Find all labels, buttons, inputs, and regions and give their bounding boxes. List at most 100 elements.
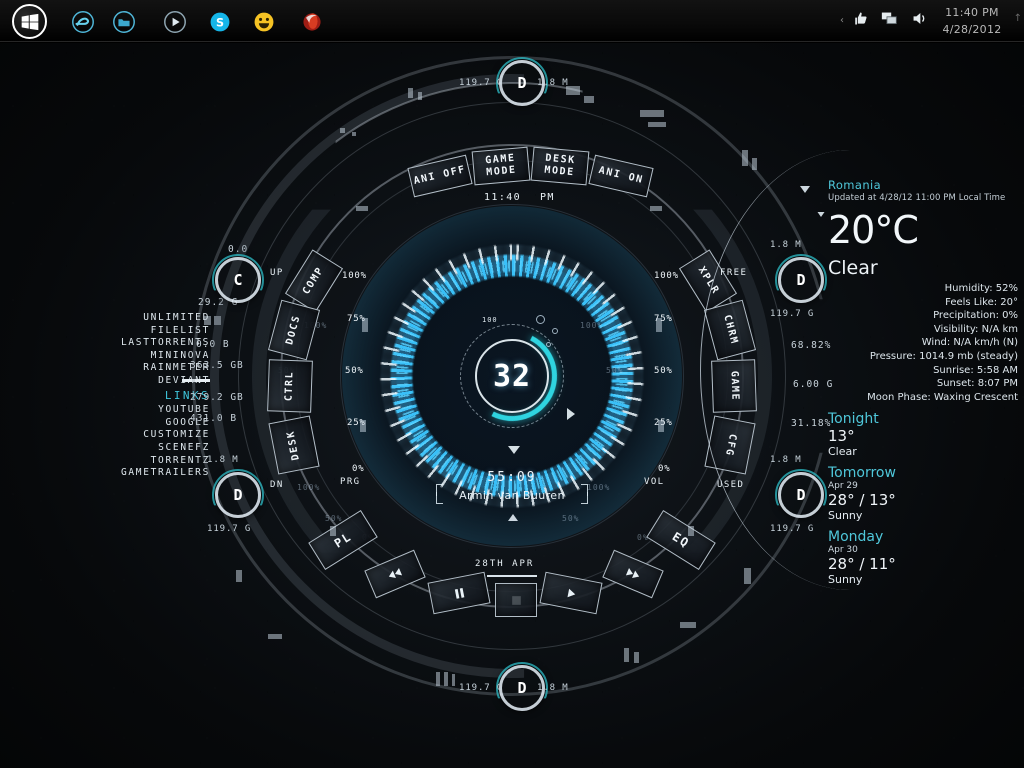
right-scale-50: 50% xyxy=(654,366,673,376)
clock-time: 11:40 PM xyxy=(945,6,999,19)
folder-icon xyxy=(113,11,135,33)
speck xyxy=(742,150,748,166)
forecast-day: Tonight xyxy=(828,411,879,428)
speck xyxy=(268,634,282,639)
weather-widget: Romania Updated at 4/28/12 11:00 PM Loca… xyxy=(828,178,1018,586)
speck xyxy=(362,318,368,332)
volume-dial[interactable]: 32 xyxy=(475,339,549,413)
windows-logo-icon xyxy=(21,13,38,30)
gauge-bottom-right-value: 1.8 M xyxy=(537,683,569,693)
taskbar-icon-explorer[interactable] xyxy=(110,8,138,36)
speck xyxy=(752,158,757,170)
forecast-condition: Sunny xyxy=(828,509,863,523)
system-tray xyxy=(851,10,928,31)
smiley-icon xyxy=(254,12,274,32)
left-scale-100: 100% xyxy=(342,271,367,281)
inner-marker-100-right: 100% xyxy=(580,321,604,330)
forecast-day: Tomorrow xyxy=(828,465,896,482)
forecast-condition: Sunny xyxy=(828,573,863,587)
weather-detail-precipitation: Precipitation: 0% xyxy=(933,310,1018,322)
pause-icon xyxy=(454,587,464,599)
browser-icon xyxy=(72,11,94,33)
weather-detail-visibility: Visibility: N/A km xyxy=(933,323,1018,335)
show-desktop-button[interactable]: ↑ xyxy=(1014,13,1022,24)
button-stop[interactable] xyxy=(495,583,537,617)
hud-clock-time: 11:40 xyxy=(484,192,522,203)
chevron-up-icon xyxy=(508,514,518,521)
bubble-icon xyxy=(536,315,545,324)
speck xyxy=(584,96,594,103)
speck xyxy=(418,92,422,100)
speck xyxy=(408,88,413,98)
forecast-tonight: Tonight 13° Clear xyxy=(828,411,1018,458)
weather-detail-sunset: Sunset: 8:07 PM xyxy=(936,378,1018,390)
inner-marker-50-br: 50% xyxy=(562,514,580,523)
gauge-left-d[interactable]: D xyxy=(215,472,261,518)
button-ctrl[interactable]: CTRL xyxy=(267,359,313,413)
taskbar-clock[interactable]: 11:40 PM 4/28/2012 xyxy=(932,4,1012,38)
dial-marker-right-icon xyxy=(567,408,575,420)
left-scale-0: 0% xyxy=(352,464,365,474)
label-vol: VOL xyxy=(644,477,665,487)
speck xyxy=(236,570,242,582)
speck xyxy=(352,132,356,136)
button-game-mode[interactable]: GAME MODE xyxy=(471,146,531,186)
speck xyxy=(648,122,666,127)
speck xyxy=(656,318,662,332)
thumbs-up-icon[interactable] xyxy=(851,10,868,31)
network-icon[interactable] xyxy=(881,10,898,31)
button-desk-mode[interactable]: DESK MODE xyxy=(530,146,590,186)
speck xyxy=(680,622,696,628)
bracket-right-2 xyxy=(581,492,588,504)
gauge-top-left-value: 119.7 G xyxy=(459,78,504,88)
forecast-date: Apr 29 xyxy=(828,481,858,492)
play-icon xyxy=(567,588,575,597)
right-scale-100: 100% xyxy=(654,271,679,281)
bracket-left-2 xyxy=(436,492,443,504)
forecast-date: Apr 30 xyxy=(828,545,858,556)
weather-detail-sunrise: Sunrise: 5:58 AM xyxy=(933,364,1018,376)
weather-temperature: 20°C xyxy=(828,208,919,252)
inner-marker-50-right: 50% xyxy=(606,366,624,375)
taskbar-icon-opera[interactable] xyxy=(298,8,326,36)
label-prg: PRG xyxy=(340,477,361,487)
hud-clock-ampm: PM xyxy=(540,192,555,203)
taskbar-icon-skype[interactable]: S xyxy=(206,8,234,36)
taskbar-icon-browser[interactable] xyxy=(69,8,97,36)
volume-icon[interactable] xyxy=(911,10,928,31)
label-dn: DN xyxy=(270,480,284,490)
gauge-top-right-value: 1.8 M xyxy=(537,78,569,88)
skype-icon: S xyxy=(210,12,230,32)
speck xyxy=(330,526,336,536)
gauge-left-d-above: 1.8 M xyxy=(207,455,239,465)
weather-detail-feels-like: Feels Like: 20° xyxy=(945,296,1018,308)
forecast-monday: Monday Apr 30 28° / 11° Sunny xyxy=(828,529,1018,586)
dial-value: 32 xyxy=(492,358,532,394)
speck xyxy=(634,652,639,663)
start-button[interactable] xyxy=(12,4,47,39)
taskbar: S ‹ 11:40 PM 4/28/2012 ↑ xyxy=(0,0,1024,43)
taskbar-icon-messenger[interactable] xyxy=(250,8,278,36)
speck xyxy=(744,568,751,584)
forecast-condition: Clear xyxy=(828,445,857,459)
speck xyxy=(360,420,366,432)
label-up: UP xyxy=(270,268,284,278)
speck xyxy=(624,648,629,662)
gauge-left-c[interactable]: C xyxy=(215,257,261,303)
stop-icon xyxy=(511,595,521,605)
tray-overflow-arrow[interactable]: ‹ xyxy=(840,15,844,26)
gauge-letter: C xyxy=(233,271,243,289)
prev-icon xyxy=(388,567,403,578)
weather-detail-moon-phase: Moon Phase: Waxing Crescent xyxy=(867,391,1018,403)
forecast-temp: 13° xyxy=(828,427,855,446)
speck xyxy=(356,206,368,211)
weather-city[interactable]: Romania xyxy=(828,178,1018,192)
gauge-left-d-below: 119.7 G xyxy=(207,524,252,534)
clock-date: 4/28/2012 xyxy=(942,23,1002,36)
weather-condition: Clear xyxy=(828,257,878,279)
forecast-day: Monday xyxy=(828,529,884,546)
gauge-letter: D xyxy=(233,486,243,504)
taskbar-divider xyxy=(0,41,1024,42)
opera-icon xyxy=(303,13,321,31)
taskbar-icon-media-player[interactable] xyxy=(161,8,189,36)
